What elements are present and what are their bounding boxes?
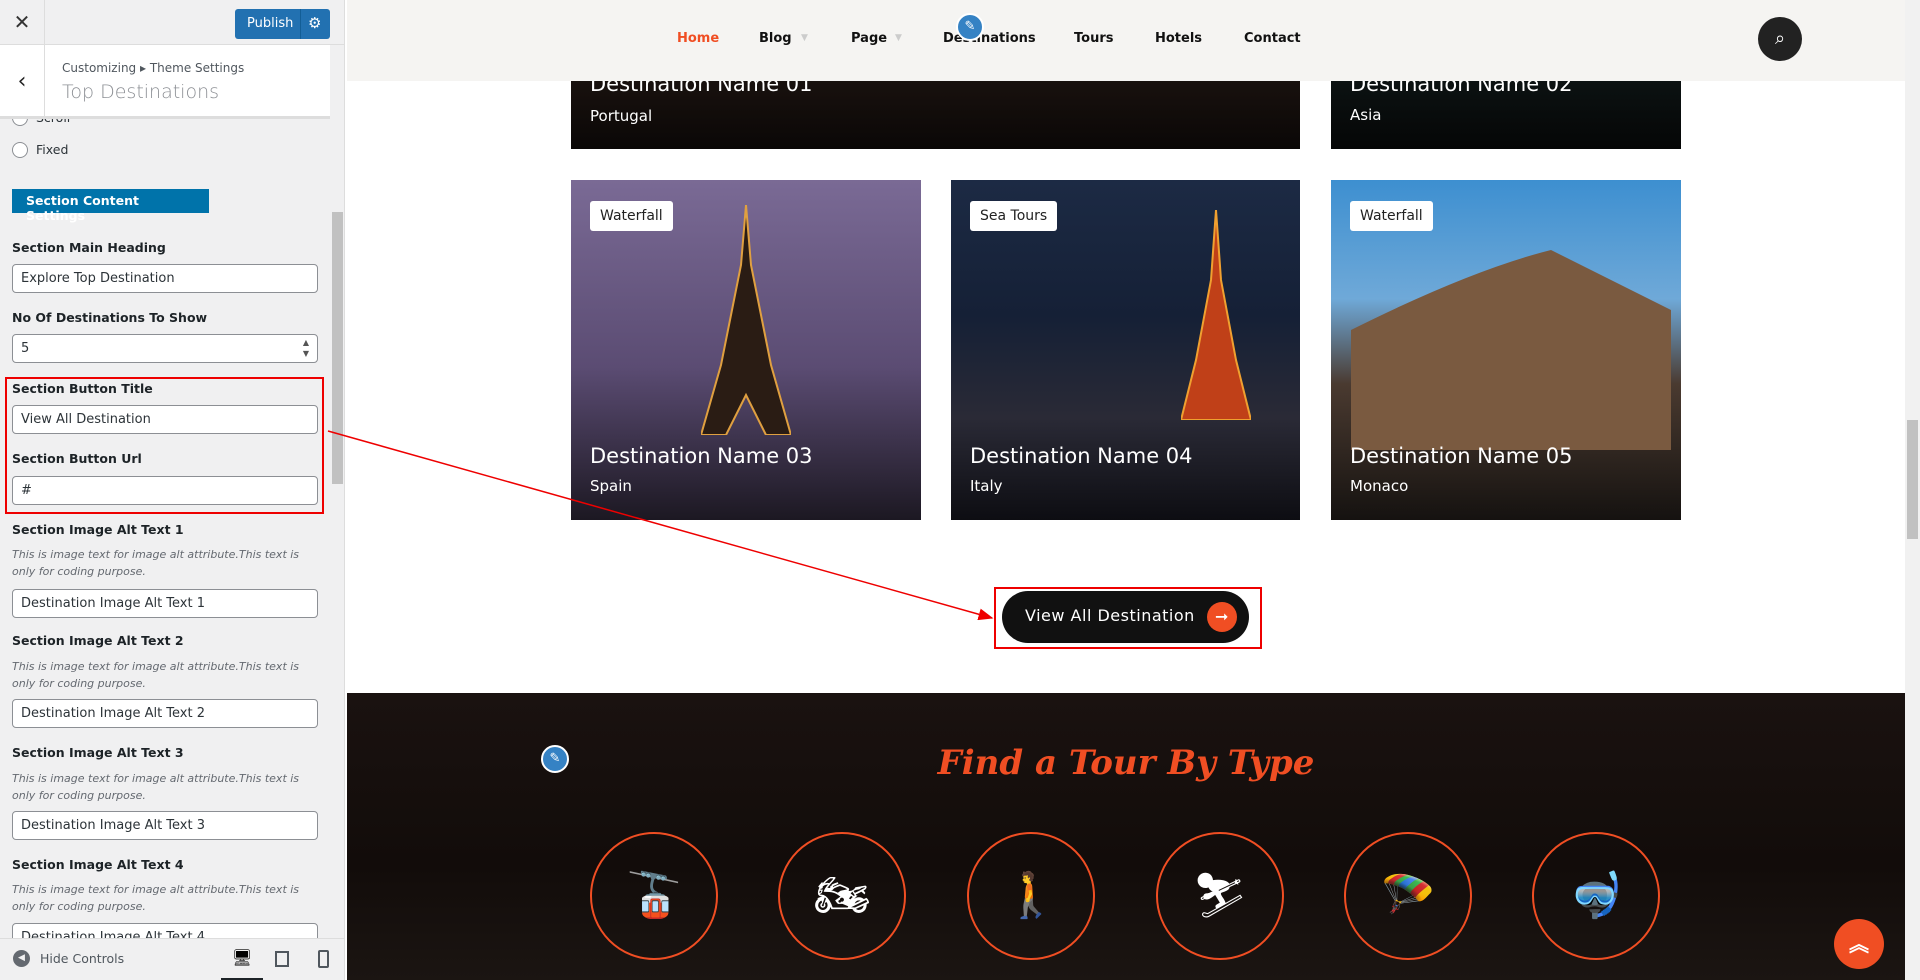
button-label: View All Destination: [1025, 606, 1195, 625]
hide-controls-icon[interactable]: ◀: [13, 950, 30, 967]
tablet-preview-icon[interactable]: [275, 951, 289, 967]
chevron-down-icon: ▼: [801, 33, 808, 43]
chevron-down-icon: ▼: [895, 33, 902, 43]
nav-tours[interactable]: Tours: [1074, 31, 1113, 46]
scrollbar-thumb[interactable]: [1907, 420, 1918, 539]
edit-pencil-icon[interactable]: ✎: [956, 13, 984, 41]
category-badge[interactable]: Sea Tours: [970, 201, 1058, 231]
mobile-preview-icon[interactable]: [318, 950, 329, 968]
field-label: Section Image Alt Text 1: [12, 522, 184, 537]
destinations-count-stepper[interactable]: 5 ▲ ▼: [12, 334, 318, 363]
divider: [300, 9, 301, 39]
category-badge[interactable]: Waterfall: [1350, 201, 1433, 231]
customizer-sidebar: ✕ Publish ⚙ Scroll ‹ Customizing ▸ Theme…: [0, 0, 345, 980]
field-description: This is image text for image alt attribu…: [12, 772, 300, 802]
field-label: Section Image Alt Text 3: [12, 745, 184, 760]
hide-controls-button[interactable]: Hide Controls: [40, 951, 124, 966]
field-label: No Of Destinations To Show: [12, 310, 208, 325]
field-description: This is image text for image alt attribu…: [12, 660, 300, 690]
destination-card[interactable]: Sea Tours Destination Name 04 Italy: [951, 180, 1300, 520]
arrow-right-icon: ➞: [1207, 602, 1237, 632]
desktop-preview-icon[interactable]: 🖥: [221, 939, 263, 980]
destination-name: Destination Name 03: [590, 444, 813, 468]
tokyo-tower-image: [1181, 210, 1251, 420]
eiffel-tower-image: [701, 205, 791, 435]
category-badge[interactable]: Waterfall: [590, 201, 673, 231]
preview-scrollbar[interactable]: [1905, 0, 1920, 980]
close-icon[interactable]: ✕: [0, 0, 45, 45]
colosseum-image: [1351, 250, 1671, 450]
nav-blog[interactable]: Blog: [759, 31, 792, 46]
site-header: Home Blog ▼ Page ▼ Destinations Tours Ho…: [347, 0, 1905, 81]
destination-card[interactable]: Waterfall Destination Name 03 Spain: [571, 180, 921, 520]
section-header: ‹ Customizing ▸ Theme Settings Top Desti…: [0, 45, 330, 119]
customizer-topbar: ✕ Publish ⚙: [0, 0, 344, 45]
nav-contact[interactable]: Contact: [1244, 31, 1301, 46]
main-heading-input[interactable]: Explore Top Destination: [12, 264, 318, 293]
destination-name: Destination Name 05: [1350, 444, 1573, 468]
view-all-destination-button[interactable]: View All Destination ➞: [1002, 591, 1249, 643]
double-chevron-up-icon: ︽: [1849, 932, 1869, 956]
nav-home[interactable]: Home: [677, 31, 719, 46]
customizer-footer: ◀ Hide Controls 🖥: [0, 938, 344, 980]
search-button[interactable]: ⌕: [1758, 17, 1802, 61]
nav-page[interactable]: Page: [851, 31, 887, 46]
scroll-to-top-button[interactable]: ︽: [1834, 919, 1884, 969]
cable-car-icon[interactable]: 🚡: [590, 832, 718, 960]
breadcrumb: Customizing ▸ Theme Settings: [62, 61, 245, 75]
stepper-value: 5: [21, 341, 30, 356]
radio-label: Fixed: [36, 142, 69, 157]
nav-hotels[interactable]: Hotels: [1155, 31, 1202, 46]
sidebar-scrollbar[interactable]: [332, 212, 343, 484]
destination-country: Monaco: [1350, 477, 1409, 495]
button-url-input[interactable]: #: [12, 476, 318, 505]
section-heading: Find a Tour By Type: [937, 743, 1315, 783]
panel-title: Top Destinations: [62, 81, 220, 103]
field-description: This is image text for image alt attribu…: [12, 548, 300, 578]
stepper-arrows-icon[interactable]: ▲ ▼: [303, 337, 309, 359]
hiking-icon[interactable]: 🚶: [967, 832, 1095, 960]
snorkel-icon[interactable]: 🤿: [1532, 832, 1660, 960]
tour-type-section: Find a Tour By Type 🚡 🏍 🚶 ⛷ 🪂 🤿: [347, 693, 1905, 980]
radio-fixed[interactable]: [12, 142, 28, 158]
field-description: This is image text for image alt attribu…: [12, 883, 300, 913]
field-label: Section Button Url: [12, 451, 142, 466]
button-title-input[interactable]: View All Destination: [12, 405, 318, 434]
field-label: Section Image Alt Text 4: [12, 857, 184, 872]
atv-icon[interactable]: 🏍: [778, 832, 906, 960]
back-icon[interactable]: ‹: [0, 45, 45, 119]
field-label: Section Button Title: [12, 381, 153, 396]
alt-text-2-input[interactable]: Destination Image Alt Text 2: [12, 699, 318, 728]
field-label: Section Image Alt Text 2: [12, 633, 184, 648]
publish-label: Publish: [247, 16, 294, 31]
destination-name: Destination Name 04: [970, 444, 1193, 468]
gear-icon[interactable]: ⚙: [308, 14, 321, 32]
search-icon: ⌕: [1774, 28, 1786, 49]
destination-country: Portugal: [590, 107, 653, 125]
site-preview: Destination Name 01 Portugal Destination…: [347, 0, 1920, 980]
destination-card[interactable]: Waterfall Destination Name 05 Monaco: [1331, 180, 1681, 520]
alt-text-1-input[interactable]: Destination Image Alt Text 1: [12, 589, 318, 618]
destination-country: Asia: [1350, 106, 1382, 124]
parachute-icon[interactable]: 🪂: [1344, 832, 1472, 960]
section-content-settings-heading: Section Content Settings: [12, 189, 209, 223]
destination-country: Spain: [590, 477, 632, 495]
publish-button[interactable]: Publish ⚙: [235, 9, 330, 39]
destination-country: Italy: [970, 477, 1003, 495]
alt-text-3-input[interactable]: Destination Image Alt Text 3: [12, 811, 318, 840]
edit-pencil-icon[interactable]: ✎: [541, 745, 569, 773]
field-label: Section Main Heading: [12, 240, 166, 255]
ski-lift-icon[interactable]: ⛷: [1156, 832, 1284, 960]
